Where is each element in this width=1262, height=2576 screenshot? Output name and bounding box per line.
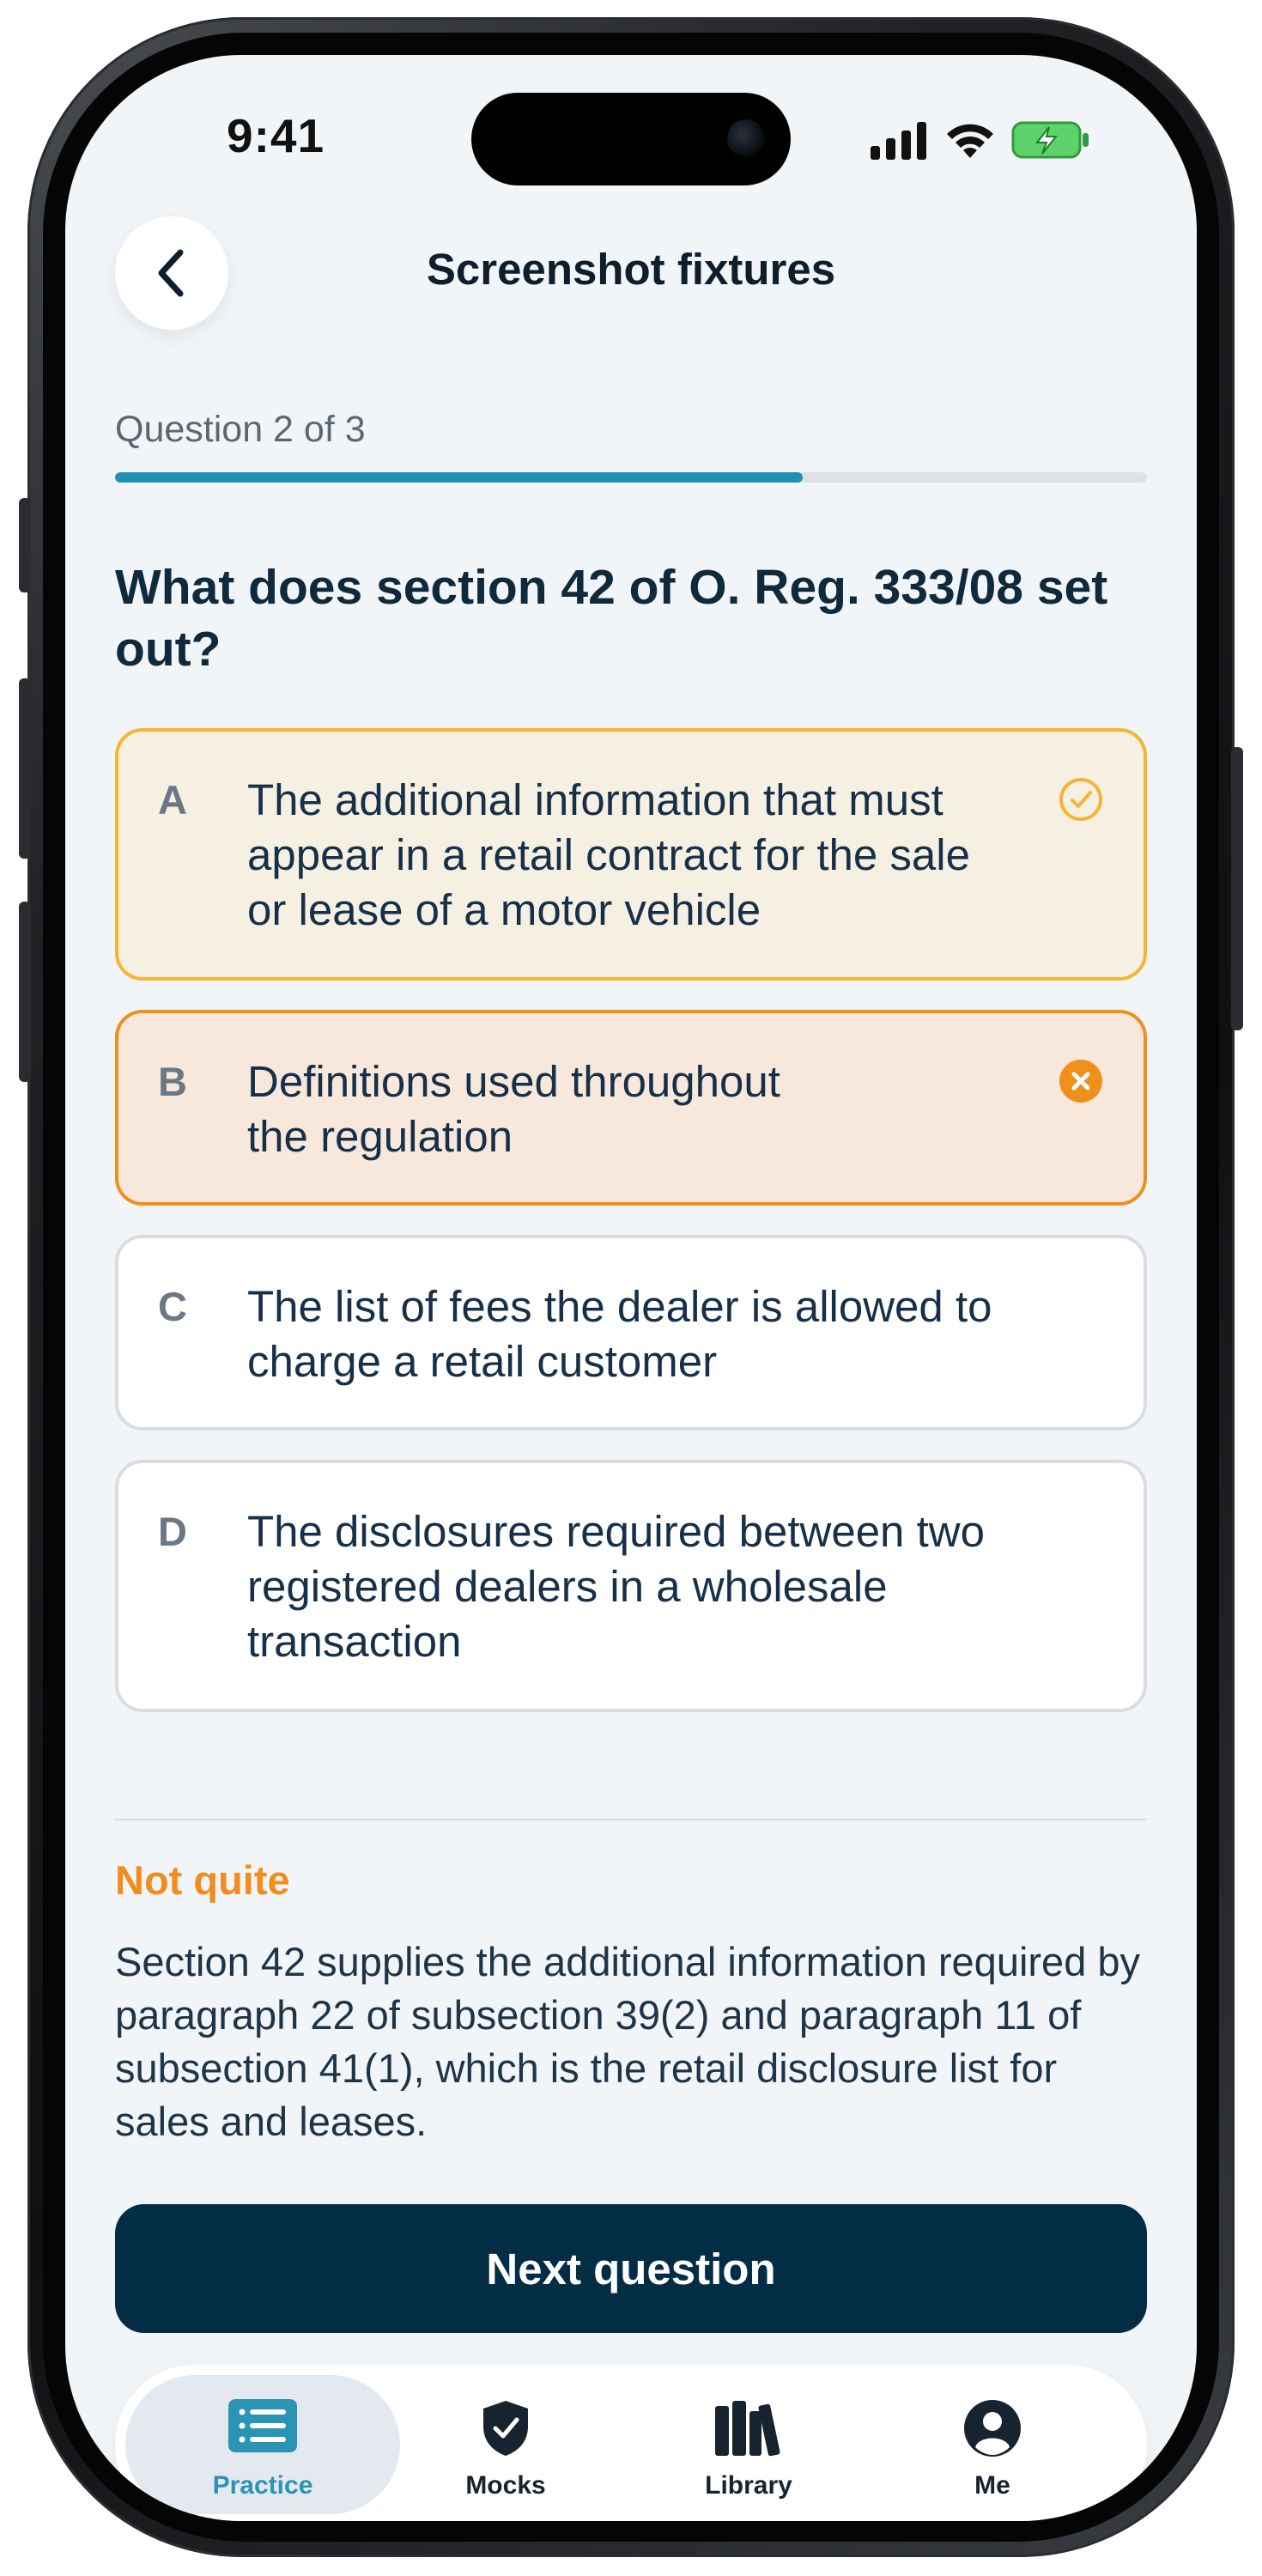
tab-mocks[interactable]: Mocks <box>368 2375 643 2514</box>
progress-fill <box>115 472 804 483</box>
question-counter: Question 2 of 3 <box>115 409 366 450</box>
page-title: Screenshot fixtures <box>426 245 836 294</box>
tab-library[interactable]: Library <box>611 2375 886 2514</box>
tab-label: Library <box>705 2471 792 2500</box>
tab-practice[interactable]: Practice <box>125 2375 400 2514</box>
x-circle-icon <box>1059 1060 1102 1103</box>
tab-bar: Practice Mocks Library Me <box>115 2365 1147 2521</box>
next-question-button[interactable]: Next question <box>115 2204 1147 2333</box>
shield-check-icon <box>483 2401 528 2456</box>
battery-charging-icon <box>1011 121 1089 159</box>
tab-label: Practice <box>212 2471 313 2500</box>
tab-label: Mocks <box>465 2471 546 2500</box>
option-c[interactable]: C The list of fees the dealer is allowed… <box>115 1235 1147 1431</box>
tab-me[interactable]: Me <box>855 2375 1130 2514</box>
tab-label: Me <box>974 2471 1010 2500</box>
books-icon <box>715 2401 780 2457</box>
option-a[interactable]: A The additional information that must a… <box>115 728 1147 981</box>
divider <box>115 1819 1147 1820</box>
option-text: The list of fees the dealer is allowed t… <box>247 1282 992 1386</box>
wifi-icon <box>947 124 993 158</box>
option-b[interactable]: B Definitions used throughout the regula… <box>115 1010 1147 1206</box>
status-time: 9:41 <box>227 109 325 162</box>
camera-icon <box>727 119 765 157</box>
volume-up-button <box>19 678 31 859</box>
option-letter: B <box>158 1059 187 1104</box>
list-icon <box>228 2399 297 2452</box>
progress-bar <box>115 472 1147 483</box>
question-text: What does section 42 of O. Reg. 333/08 s… <box>115 560 1108 677</box>
check-circle-icon <box>1059 778 1102 821</box>
person-circle-icon <box>964 2400 1021 2457</box>
signal-icon <box>871 122 926 160</box>
option-letter: C <box>158 1284 187 1329</box>
action-button <box>19 498 31 592</box>
option-text: Definitions used throughout the regulati… <box>247 1057 780 1161</box>
screen: 9:41 Screenshot fixtures Question 2 of 3… <box>65 55 1197 2521</box>
power-button <box>1231 747 1243 1030</box>
option-text: The additional information that must app… <box>247 775 970 934</box>
feedback-verdict: Not quite <box>115 1857 290 1903</box>
feedback-explanation: Section 42 supplies the additional infor… <box>115 1939 1141 2144</box>
option-text: The disclosures required between two reg… <box>247 1507 985 1666</box>
option-d[interactable]: D The disclosures required between two r… <box>115 1460 1147 1712</box>
option-letter: D <box>158 1509 187 1554</box>
option-letter: A <box>158 777 187 823</box>
volume-down-button <box>19 902 31 1082</box>
